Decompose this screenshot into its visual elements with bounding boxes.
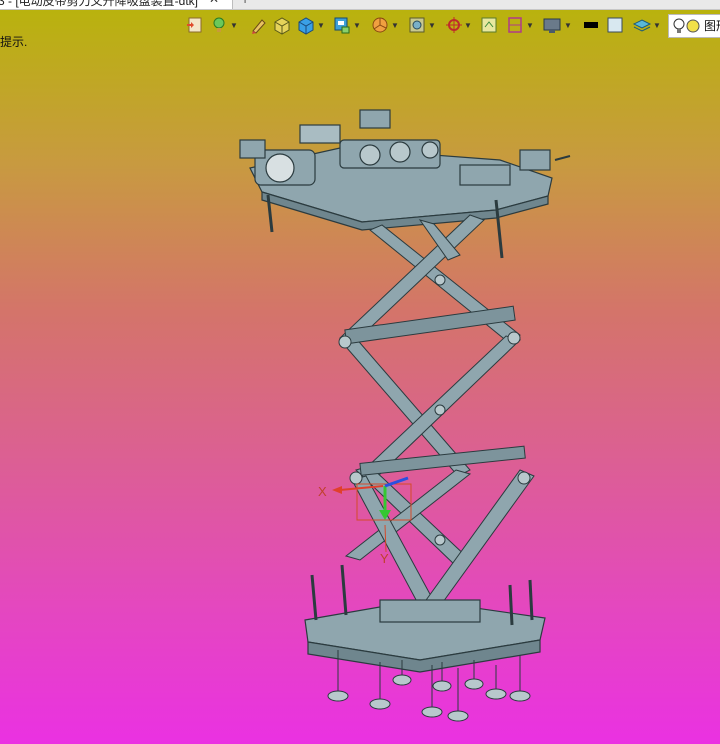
upper-platform	[239, 109, 571, 259]
x-axis-label: X	[318, 484, 327, 499]
scissor-lift-model[interactable]: X Y	[0, 0, 720, 744]
scissor-arms	[338, 214, 535, 627]
y-axis-label: Y	[380, 551, 389, 566]
base-frame	[304, 564, 546, 673]
